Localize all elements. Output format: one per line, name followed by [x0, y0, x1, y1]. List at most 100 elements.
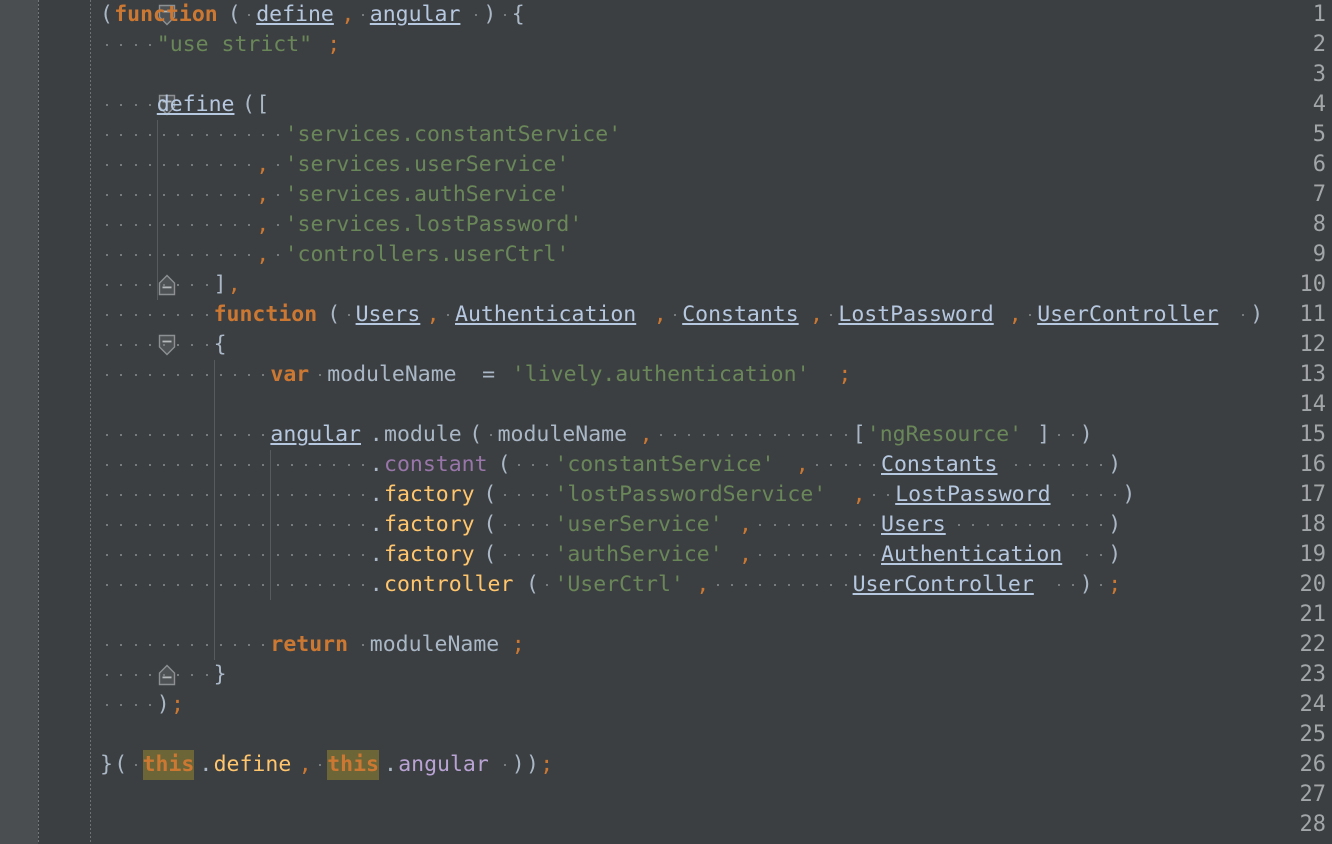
- code-token: 'lostPasswordService': [554, 482, 827, 507]
- code-line[interactable]: . controller ('UserCtrl', UserController);: [100, 570, 1332, 600]
- whitespace-dot: [816, 554, 819, 556]
- whitespace-dot: [1014, 524, 1017, 526]
- fold-marker-column[interactable]: [78, 0, 176, 844]
- code-line[interactable]: return moduleName;: [100, 630, 1332, 660]
- whitespace-dot: [333, 494, 336, 496]
- whitespace-dot: [503, 554, 506, 556]
- whitespace-dot: [1029, 524, 1032, 526]
- editor-gutter[interactable]: [0, 0, 38, 844]
- whitespace-dot: [106, 194, 109, 196]
- whitespace-dot: [106, 254, 109, 256]
- whitespace-dot: [290, 554, 293, 556]
- code-line[interactable]: angular. module (moduleName, ['ngResource']…: [100, 420, 1332, 450]
- code-line[interactable]: [100, 720, 1332, 750]
- whitespace-dot: [120, 554, 123, 556]
- whitespace-dot: [120, 224, 123, 226]
- whitespace-dot: [177, 554, 180, 556]
- whitespace-dot: [191, 674, 194, 676]
- code-token: "use strict": [156, 32, 313, 57]
- code-token: (: [497, 452, 511, 477]
- indent-guide: [213, 630, 215, 660]
- code-line[interactable]: }(this. define, this. angular));: [100, 750, 1332, 780]
- whitespace-dot: [205, 554, 208, 556]
- whitespace-dot: [248, 224, 251, 226]
- whitespace-dot: [276, 254, 279, 256]
- code-line[interactable]: function (Users, Authentication, Constants,…: [100, 300, 1332, 330]
- whitespace-dot: [205, 134, 208, 136]
- indent-guide: [270, 480, 272, 510]
- indent-guide: [213, 540, 215, 570]
- whitespace-dot: [361, 14, 364, 16]
- code-line[interactable]: . factory ('lostPasswordService', LostPassw…: [100, 480, 1332, 510]
- whitespace-dot: [830, 314, 833, 316]
- whitespace-dot: [248, 134, 251, 136]
- whitespace-dot: [205, 344, 208, 346]
- indent-guide: [156, 120, 158, 150]
- code-content-area[interactable]: (function(define, angular){"use strict"; d…: [100, 0, 1332, 844]
- whitespace-dot: [1029, 314, 1032, 316]
- code-token: ,: [256, 152, 270, 177]
- whitespace-dot: [489, 434, 492, 436]
- whitespace-dot: [248, 464, 251, 466]
- code-line[interactable]: var moduleName = 'lively.authentication';: [100, 360, 1332, 390]
- whitespace-dot: [191, 494, 194, 496]
- whitespace-dot: [106, 104, 109, 106]
- whitespace-dot: [830, 584, 833, 586]
- code-line[interactable]: [100, 810, 1332, 840]
- whitespace-dot: [1100, 584, 1103, 586]
- code-token: [: [256, 92, 270, 117]
- whitespace-dot: [177, 584, 180, 586]
- code-token: function: [213, 302, 318, 327]
- whitespace-dot: [148, 134, 151, 136]
- whitespace-dot: [816, 584, 819, 586]
- code-token: (: [526, 572, 539, 597]
- whitespace-dot: [191, 194, 194, 196]
- code-line[interactable]: 'services.constantService': [100, 120, 1332, 150]
- code-line[interactable]: [100, 390, 1332, 420]
- whitespace-dot: [347, 494, 350, 496]
- whitespace-dot: [106, 164, 109, 166]
- whitespace-dot: [759, 554, 762, 556]
- whitespace-dot: [219, 524, 222, 526]
- code-line[interactable]: . constant ('constantService', Constants): [100, 450, 1332, 480]
- whitespace-dot: [205, 674, 208, 676]
- whitespace-dot: [361, 644, 364, 646]
- code-line[interactable]: {: [100, 330, 1332, 360]
- whitespace-dot: [233, 134, 236, 136]
- whitespace-dot: [1000, 524, 1003, 526]
- whitespace-dot: [219, 374, 222, 376]
- code-line[interactable]: , 'services.userService': [100, 150, 1332, 180]
- whitespace-dot: [148, 254, 151, 256]
- whitespace-dot: [517, 524, 520, 526]
- code-line[interactable]: [100, 600, 1332, 630]
- whitespace-dot: [205, 524, 208, 526]
- indent-guide: [156, 210, 158, 240]
- whitespace-dot: [1043, 464, 1046, 466]
- code-line[interactable]: [100, 60, 1332, 90]
- code-line[interactable]: define ([: [100, 90, 1332, 120]
- code-line[interactable]: ],: [100, 270, 1332, 300]
- whitespace-dot: [191, 344, 194, 346]
- code-line[interactable]: (function(define, angular){: [100, 0, 1332, 30]
- code-line[interactable]: }: [100, 660, 1332, 690]
- whitespace-dot: [503, 764, 506, 766]
- code-line[interactable]: "use strict";: [100, 30, 1332, 60]
- code-line[interactable]: );: [100, 690, 1332, 720]
- code-line[interactable]: , 'controllers.userCtrl': [100, 240, 1332, 270]
- whitespace-dot: [148, 374, 151, 376]
- whitespace-dot: [162, 134, 165, 136]
- code-line[interactable]: [100, 780, 1332, 810]
- code-line[interactable]: . factory ('authService', Authentication): [100, 540, 1332, 570]
- whitespace-dot: [162, 554, 165, 556]
- code-line[interactable]: , 'services.lostPassword': [100, 210, 1332, 240]
- whitespace-dot: [120, 644, 123, 646]
- whitespace-dot: [276, 554, 279, 556]
- code-token: ): [1108, 452, 1122, 477]
- code-line[interactable]: . factory ('userService', Users): [100, 510, 1332, 540]
- code-line[interactable]: , 'services.authService': [100, 180, 1332, 210]
- whitespace-dot: [191, 284, 194, 286]
- code-token: Constants: [682, 302, 799, 327]
- whitespace-dot: [333, 584, 336, 586]
- code-token: return: [270, 632, 349, 657]
- code-editor[interactable]: 1 2 3 4 5 6 7 8 9 10 11 12 13 14 15 16 17 18 19 20 21 22 23 24 2…: [0, 0, 1332, 844]
